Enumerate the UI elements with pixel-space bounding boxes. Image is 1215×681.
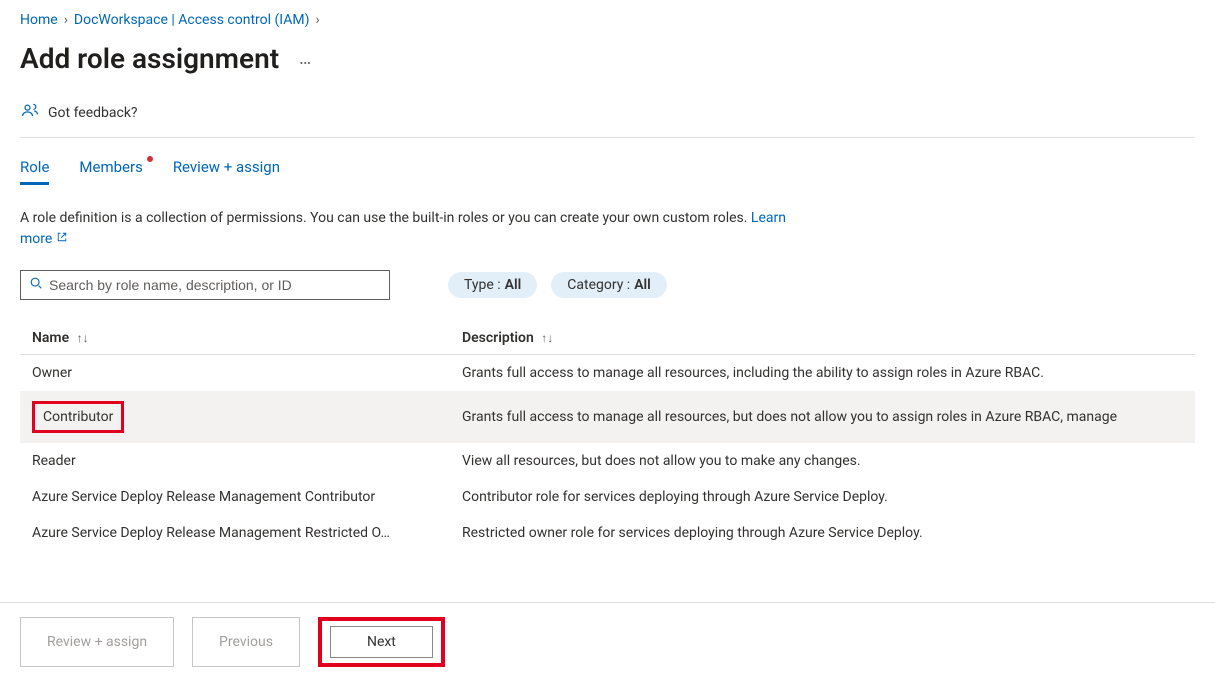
role-description: Contributor role for services deploying … (462, 489, 1183, 505)
feedback-link[interactable]: Got feedback? (20, 101, 1195, 138)
role-name-cell: Azure Service Deploy Release Management … (20, 515, 450, 551)
role-name-cell: Reader (20, 443, 450, 479)
feedback-icon (20, 101, 40, 125)
role-name-cell: Owner (20, 355, 450, 392)
role-description: Grants full access to manage all resourc… (462, 365, 1183, 381)
table-row[interactable]: Contributor Grants full access to manage … (20, 391, 1195, 443)
review-assign-button[interactable]: Review + assign (20, 617, 174, 667)
filter-category-label: Category : (567, 277, 630, 293)
more-actions-button[interactable]: … (299, 48, 311, 69)
role-description-cell: View all resources, but does not allow y… (450, 443, 1195, 479)
table-row[interactable]: Owner Grants full access to manage all re… (20, 355, 1195, 392)
role-name-cell: Contributor (20, 391, 450, 443)
column-header-name[interactable]: Name ↑↓ (20, 322, 450, 355)
filter-type-label: Type : (464, 277, 501, 293)
filter-category-value: All (634, 277, 651, 293)
role-description: Grants full access to manage all resourc… (462, 409, 1183, 425)
role-name: Azure Service Deploy Release Management … (32, 525, 438, 541)
chevron-right-icon: › (64, 12, 68, 28)
external-link-icon (56, 229, 68, 250)
role-description-cell: Contributor role for services deploying … (450, 479, 1195, 515)
table-row[interactable]: Azure Service Deploy Release Management … (20, 479, 1195, 515)
role-name: Reader (32, 453, 438, 469)
next-button[interactable]: Next (330, 626, 433, 658)
wizard-footer: Review + assign Previous Next (0, 602, 1215, 681)
page-title: Add role assignment (20, 42, 279, 75)
chevron-right-icon: › (315, 12, 319, 28)
previous-button[interactable]: Previous (192, 617, 300, 667)
breadcrumb: Home › DocWorkspace | Access control (IA… (20, 12, 1195, 28)
breadcrumb-home[interactable]: Home (20, 12, 58, 28)
description-text: A role definition is a collection of per… (20, 210, 751, 226)
tab-members-label: Members (79, 158, 142, 176)
role-search-input[interactable] (49, 277, 381, 293)
filter-type-value: All (505, 277, 522, 293)
sort-icon: ↑↓ (77, 331, 89, 345)
tab-members[interactable]: Members (79, 158, 142, 185)
notification-dot-icon (147, 156, 153, 162)
table-row[interactable]: Reader View all resources, but does not a… (20, 443, 1195, 479)
next-button-highlight: Next (318, 617, 445, 667)
sort-icon: ↑↓ (541, 331, 553, 345)
filter-type-pill[interactable]: Type : All (448, 272, 537, 298)
role-name-highlighted: Contributor (32, 401, 124, 433)
role-search-box[interactable] (20, 270, 390, 300)
role-description-cell: Grants full access to manage all resourc… (450, 355, 1195, 392)
role-description: Restricted owner role for services deplo… (462, 525, 1183, 541)
roles-table: Name ↑↓ Description ↑↓ Owner Grants full … (20, 322, 1195, 551)
tab-role[interactable]: Role (20, 158, 49, 185)
role-description: View all resources, but does not allow y… (462, 453, 1183, 469)
role-description-cell: Restricted owner role for services deplo… (450, 515, 1195, 551)
search-icon (29, 276, 43, 294)
filter-category-pill[interactable]: Category : All (551, 272, 667, 298)
feedback-label: Got feedback? (48, 105, 138, 121)
column-header-name-label: Name (32, 330, 69, 346)
column-header-description-label: Description (462, 330, 534, 346)
tabs: Role Members Review + assign (20, 158, 1195, 186)
role-description-text: A role definition is a collection of per… (20, 208, 790, 250)
role-name: Owner (32, 365, 438, 381)
tab-review-assign[interactable]: Review + assign (173, 158, 280, 185)
column-header-description[interactable]: Description ↑↓ (450, 322, 1195, 355)
breadcrumb-workspace[interactable]: DocWorkspace | Access control (IAM) (74, 12, 310, 28)
table-row[interactable]: Azure Service Deploy Release Management … (20, 515, 1195, 551)
role-name: Azure Service Deploy Release Management … (32, 489, 438, 505)
role-name-cell: Azure Service Deploy Release Management … (20, 479, 450, 515)
role-description-cell: Grants full access to manage all resourc… (450, 391, 1195, 443)
